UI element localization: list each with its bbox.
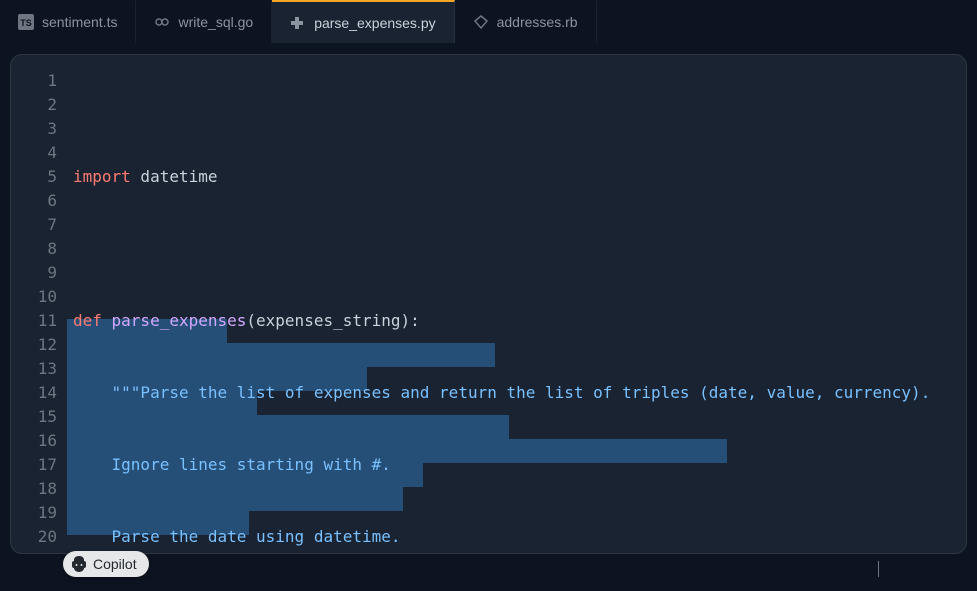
editor[interactable]: 1 2 3 4 5 6 7 8 9 10 11 12 13 14 15 16 1… xyxy=(11,55,966,554)
line-number: 7 xyxy=(11,213,57,237)
line-number: 1 xyxy=(11,69,57,93)
line-number: 18 xyxy=(11,477,57,501)
code-line: """Parse the list of expenses and return… xyxy=(73,381,966,405)
code-line: Parse the date using datetime. xyxy=(73,525,966,549)
line-number: 15 xyxy=(11,405,57,429)
footer-divider xyxy=(878,561,879,577)
line-number: 8 xyxy=(11,237,57,261)
copilot-badge[interactable]: Copilot xyxy=(63,551,149,577)
tab-label: write_sql.go xyxy=(178,14,253,30)
code-line: def parse_expenses(expenses_string): xyxy=(73,309,966,333)
badge-label: Copilot xyxy=(93,556,137,572)
rb-icon xyxy=(473,14,489,30)
copilot-icon xyxy=(71,556,87,572)
tab-label: sentiment.ts xyxy=(42,14,117,30)
go-icon xyxy=(154,14,170,30)
line-number: 10 xyxy=(11,285,57,309)
line-number: 11 xyxy=(11,309,57,333)
line-number: 9 xyxy=(11,261,57,285)
svg-text:TS: TS xyxy=(20,18,32,28)
line-number: 13 xyxy=(11,357,57,381)
line-number: 12 xyxy=(11,333,57,357)
line-number: 17 xyxy=(11,453,57,477)
line-number: 6 xyxy=(11,189,57,213)
py-icon xyxy=(290,15,306,31)
line-number: 3 xyxy=(11,117,57,141)
line-number: 19 xyxy=(11,501,57,525)
line-number: 16 xyxy=(11,429,57,453)
tab-label: addresses.rb xyxy=(497,14,578,30)
code-line: import datetime xyxy=(73,165,966,189)
tab-addresses[interactable]: addresses.rb xyxy=(455,0,597,43)
tab-sentiment[interactable]: TS sentiment.ts xyxy=(0,0,136,43)
code-line: Ignore lines starting with #. xyxy=(73,453,966,477)
line-number: 14 xyxy=(11,381,57,405)
tab-parse-expenses[interactable]: parse_expenses.py xyxy=(272,0,454,43)
tab-label: parse_expenses.py xyxy=(314,15,435,31)
editor-panel: 1 2 3 4 5 6 7 8 9 10 11 12 13 14 15 16 1… xyxy=(10,54,967,554)
line-number: 4 xyxy=(11,141,57,165)
code-area[interactable]: import datetime def parse_expenses(expen… xyxy=(67,55,966,554)
ts-icon: TS xyxy=(18,14,34,30)
line-gutter: 1 2 3 4 5 6 7 8 9 10 11 12 13 14 15 16 1… xyxy=(11,55,67,554)
tab-write-sql[interactable]: write_sql.go xyxy=(136,0,272,43)
tab-bar: TS sentiment.ts write_sql.go parse_expen… xyxy=(0,0,977,44)
code-line xyxy=(73,237,966,261)
line-number: 2 xyxy=(11,93,57,117)
line-number: 5 xyxy=(11,165,57,189)
line-number: 20 xyxy=(11,525,57,549)
